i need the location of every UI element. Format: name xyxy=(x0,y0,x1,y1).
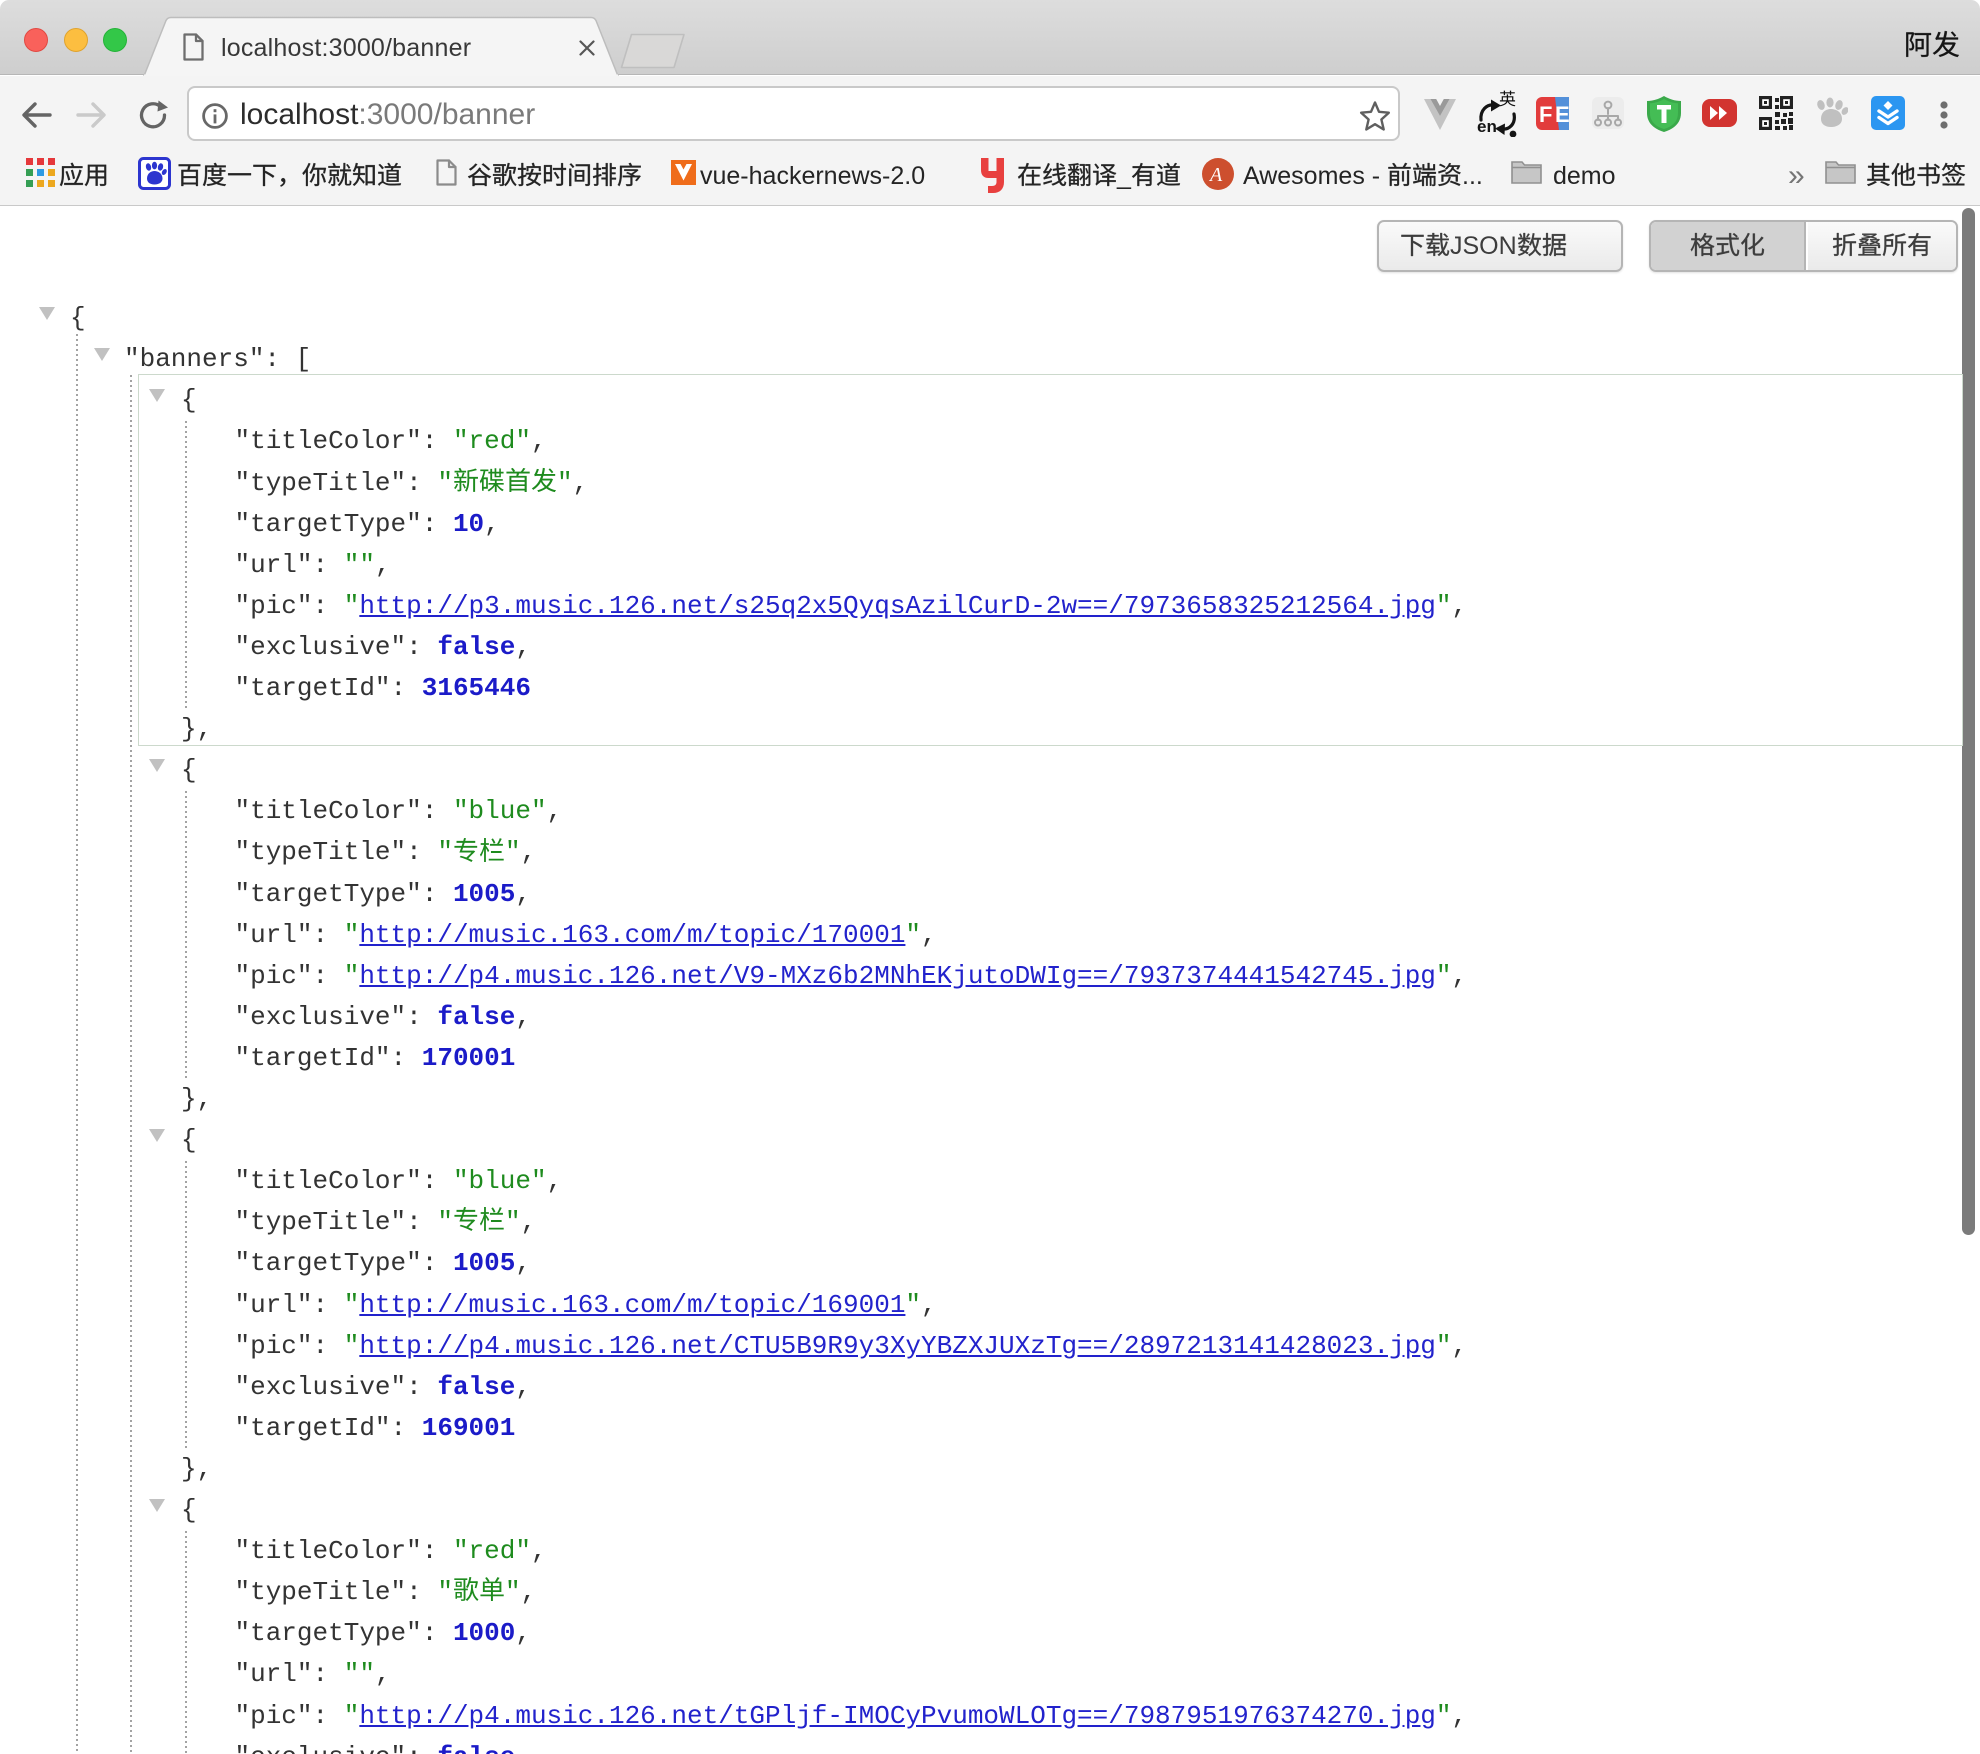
svg-text:E: E xyxy=(1555,102,1569,127)
svg-text:F: F xyxy=(1539,102,1552,127)
svg-text:A: A xyxy=(1208,164,1223,186)
